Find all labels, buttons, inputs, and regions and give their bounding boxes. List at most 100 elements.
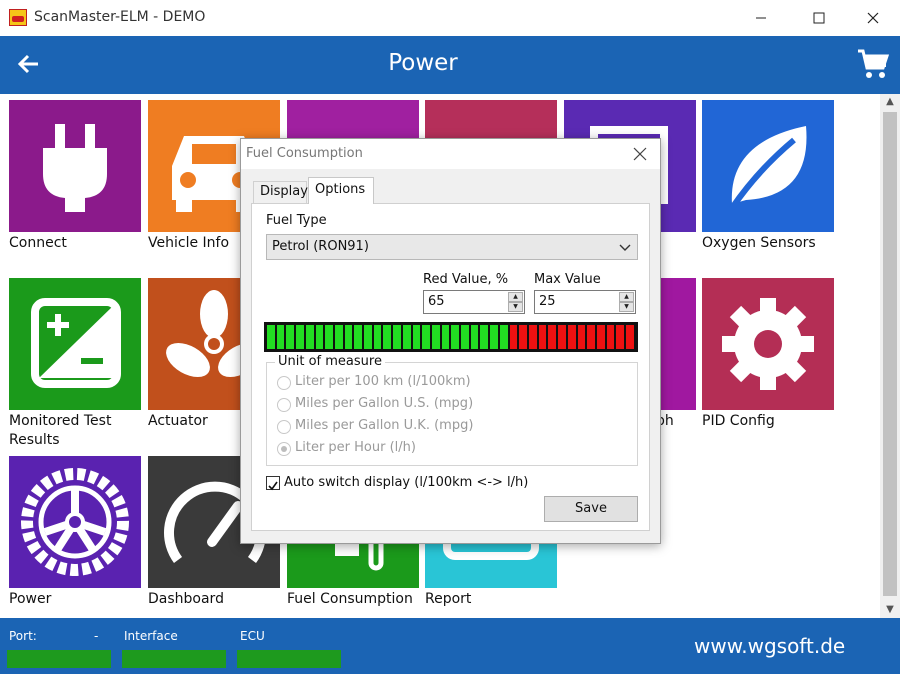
vertical-scrollbar[interactable]: ▲ ▼ [880, 94, 900, 618]
tile-monitored-test-results[interactable] [9, 278, 141, 410]
scroll-up-icon[interactable]: ▲ [880, 94, 900, 110]
radio-button[interactable] [277, 420, 291, 434]
fuel-type-label: Fuel Type [266, 213, 327, 228]
gauge-segment [616, 325, 625, 349]
tile-pid-config[interactable] [702, 278, 834, 410]
gauge-segment [451, 325, 460, 349]
monitor-test-icon [31, 298, 121, 388]
shopping-cart-icon[interactable] [856, 48, 890, 80]
tile-label-partial: ph [656, 413, 674, 429]
gauge-segment [441, 325, 450, 349]
red-value-input[interactable]: 65 [428, 294, 445, 309]
spin-down-icon[interactable]: ▼ [508, 302, 523, 312]
status-bar: Port: - Interface ECU www.wgsoft.de [0, 618, 900, 674]
max-value-label: Max Value [534, 272, 601, 287]
gauge-segment [577, 325, 586, 349]
gauge-segment [296, 325, 304, 349]
gear-icon [722, 298, 814, 390]
red-value-stepper[interactable]: 65 ▲ ▼ [423, 290, 525, 314]
ecu-label: ECU [240, 629, 265, 643]
gauge-segment [626, 325, 634, 349]
radio-label: Liter per 100 km (l/100km) [295, 374, 471, 389]
gauge-segment [393, 325, 401, 349]
tile-power[interactable] [9, 456, 141, 588]
scroll-down-icon[interactable]: ▼ [880, 602, 900, 618]
gauge-segment [596, 325, 605, 349]
gauge-segment [276, 325, 285, 349]
tile-label: PID Config [702, 413, 775, 429]
gauge-segment [490, 325, 498, 349]
gauge-segment [461, 325, 469, 349]
fuel-type-value: Petrol (RON91) [272, 239, 369, 254]
port-status-indicator [7, 650, 111, 668]
radio-button-checked[interactable] [277, 442, 291, 456]
spin-up-icon[interactable]: ▲ [619, 292, 634, 302]
radio-button[interactable] [277, 376, 291, 390]
gauge-segment [325, 325, 333, 349]
window-title: ScanMaster-ELM - DEMO [34, 9, 206, 25]
unit-of-measure-group: Unit of measure Liter per 100 km (l/100k… [266, 354, 638, 466]
app-logo-icon [9, 9, 27, 26]
tile-label: Power [9, 591, 52, 607]
tile-label: Monitored Test Results [9, 413, 112, 448]
gauge-segment [315, 325, 324, 349]
tab-options[interactable]: Options [308, 177, 374, 204]
tile-label: Oxygen Sensors [702, 235, 816, 251]
website-link[interactable]: www.wgsoft.de [694, 634, 845, 658]
save-button[interactable]: Save [544, 496, 638, 522]
port-label: Port: [9, 629, 37, 643]
tile-oxygen-sensors[interactable] [702, 100, 834, 232]
gauge-segment [373, 325, 382, 349]
gauge-segment [267, 325, 275, 349]
gauge-segment [509, 325, 518, 349]
fuel-consumption-dialog: Fuel Consumption Display Options Fuel Ty… [240, 138, 661, 544]
auto-switch-label: Auto switch display (l/100km <-> l/h) [284, 475, 529, 490]
max-value-stepper[interactable]: 25 ▲ ▼ [534, 290, 636, 314]
close-window-button[interactable] [850, 0, 896, 36]
tile-label: Report [425, 591, 472, 607]
gauge-segment [480, 325, 489, 349]
gauge-segment [334, 325, 343, 349]
plug-icon [43, 124, 107, 212]
tile-connect[interactable] [9, 100, 141, 232]
maximize-icon [813, 12, 825, 24]
minimize-button[interactable] [738, 0, 784, 36]
unit-group-title: Unit of measure [275, 354, 385, 369]
gauge-segment [470, 325, 479, 349]
auto-switch-checkbox[interactable] [266, 476, 280, 491]
radio-label: Liter per Hour (l/h) [295, 440, 416, 455]
gauge-segment [286, 325, 295, 349]
dialog-title: Fuel Consumption [246, 146, 363, 161]
radio-button[interactable] [277, 398, 291, 412]
interface-status-indicator [122, 650, 226, 668]
fuel-gauge-bar [264, 322, 638, 352]
maximize-button[interactable] [796, 0, 842, 36]
fuel-type-select[interactable]: Petrol (RON91) [266, 234, 638, 260]
spin-up-icon[interactable]: ▲ [508, 292, 523, 302]
max-value-input[interactable]: 25 [539, 294, 556, 309]
checkmark-icon [268, 481, 278, 491]
red-value-spin-buttons: ▲ ▼ [508, 292, 523, 312]
options-panel: Fuel Type Petrol (RON91) Red Value, % Ma… [251, 203, 650, 531]
radio-label: Miles per Gallon U.S. (mpg) [295, 396, 474, 411]
scroll-thumb[interactable] [883, 112, 897, 596]
tab-display[interactable]: Display [253, 181, 308, 203]
gauge-segment [431, 325, 440, 349]
port-value: - [94, 629, 99, 643]
chevron-down-icon [619, 244, 631, 251]
gauge-segment [519, 325, 527, 349]
spin-down-icon[interactable]: ▼ [619, 302, 634, 312]
wheel-icon [21, 468, 129, 576]
max-value-spin-buttons: ▲ ▼ [619, 292, 634, 312]
gauge-segment [412, 325, 421, 349]
dialog-titlebar: Fuel Consumption [241, 139, 660, 169]
gauge-segment [383, 325, 392, 349]
gauge-segment [587, 325, 595, 349]
ecu-status-indicator [237, 650, 341, 668]
gauge-segment [402, 325, 411, 349]
gauge-segment [567, 325, 576, 349]
red-value-label: Red Value, % [423, 272, 509, 287]
gauge-segment [344, 325, 353, 349]
dialog-close-button[interactable] [625, 143, 655, 165]
interface-label: Interface [124, 629, 178, 643]
